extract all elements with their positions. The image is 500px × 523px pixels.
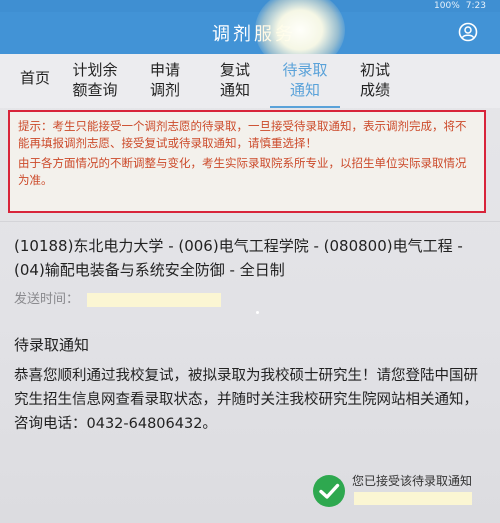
- app-title: 调剂服务: [212, 24, 296, 45]
- tab-label: 首页: [19, 69, 50, 87]
- tab-admission-notice[interactable]: 待录取 通知: [270, 54, 340, 108]
- dust-speck: [256, 311, 259, 314]
- program-info: (10188)东北电力大学 - (006)电气工程学院 - (080800)电气…: [14, 237, 463, 279]
- divider: [0, 221, 500, 222]
- notice-note: 由于各方面情况的不断调整与变化，考生实际录取院系所专业，以招生单位实际录取情况为…: [18, 156, 467, 187]
- tab-plan-quota-query[interactable]: 计划余 额查询: [60, 54, 130, 108]
- tab-label: 申请: [149, 61, 180, 79]
- accept-status: 您已接受该待录取通知: [312, 468, 498, 508]
- tab-label: 复试: [219, 61, 250, 79]
- notice-tip: 提示：考生只能接受一个调剂志愿的待录取，一旦接受待录取通知，表示调剂完成，将不能…: [18, 119, 467, 150]
- tab-label: 初试: [359, 61, 390, 79]
- section-title: 待录取通知: [14, 336, 90, 354]
- tab-label: 通知: [219, 81, 250, 99]
- tab-retest-notice[interactable]: 复试 通知: [200, 54, 270, 108]
- tab-bar: 首页 计划余 额查询 申请 调剂 复试 通知 待录取 通知 初试 成绩: [0, 54, 500, 108]
- tab-initial-scores[interactable]: 初试 成绩: [340, 54, 410, 108]
- notice-body: 恭喜您顺利通过我校复试，被拟录取为我校硕士研究生！请您登陆中国研究生招生信息网查…: [14, 368, 478, 432]
- tab-label: 调剂: [149, 81, 180, 99]
- tab-label: 计划余: [72, 61, 118, 79]
- tab-home[interactable]: 首页: [10, 54, 60, 108]
- tab-apply-adjustment[interactable]: 申请 调剂: [130, 54, 200, 108]
- battery-level: 100%: [434, 1, 460, 11]
- tab-label: 额查询: [72, 81, 118, 99]
- redacted-send-time: [87, 292, 222, 307]
- tab-label: 通知: [289, 81, 320, 99]
- send-time: 发送时间：: [14, 288, 222, 307]
- notice-box: 提示：考生只能接受一个调剂志愿的待录取，一旦接受待录取通知，表示调剂完成，将不能…: [8, 110, 486, 213]
- user-circle-icon[interactable]: [458, 22, 478, 42]
- tab-label: 成绩: [359, 81, 390, 99]
- clock-time: 7:23: [465, 1, 486, 11]
- accept-status-text: 您已接受该待录取通知: [352, 474, 473, 488]
- tab-label: 待录取: [282, 61, 328, 79]
- check-circle-icon: [313, 475, 345, 507]
- app-bar: 调剂服务: [0, 12, 500, 54]
- screen: 100% 7:23 调剂服务 首页 计划余 额查询 申请 调剂 复试 通知 待录…: [0, 0, 500, 523]
- send-time-label: 发送时间：: [14, 292, 80, 307]
- redacted-accept-time: [354, 492, 472, 505]
- status-bar: 100% 7:23: [0, 0, 500, 12]
